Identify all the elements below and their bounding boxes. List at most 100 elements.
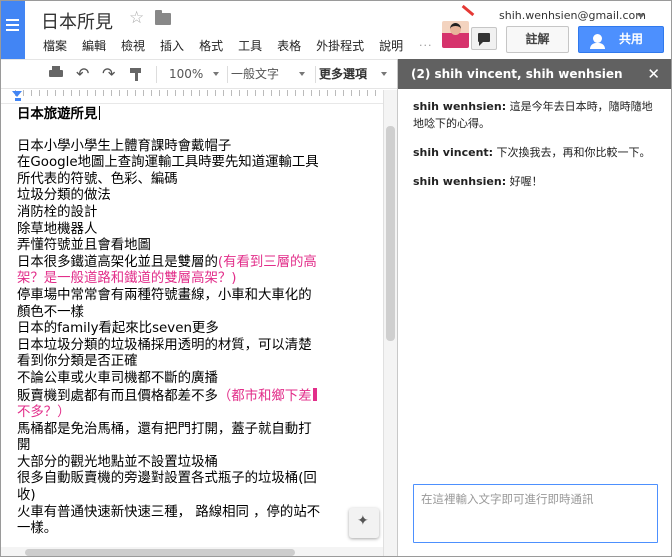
document-heading: 日本旅遊所見 bbox=[17, 106, 383, 124]
vertical-scrollbar[interactable] bbox=[383, 90, 397, 556]
document-line: 開 bbox=[17, 438, 383, 455]
line-text: 不論公車或火車司機都不斷的廣播 bbox=[17, 370, 218, 386]
chat-input[interactable] bbox=[413, 484, 658, 543]
more-collaborators: ··· bbox=[419, 39, 433, 52]
arrow-icon bbox=[461, 4, 475, 17]
chat-message: shih wenhsien: 好喔！ bbox=[413, 173, 663, 190]
print-icon[interactable] bbox=[48, 60, 64, 88]
scrollbar-thumb[interactable] bbox=[386, 126, 395, 341]
menu-item[interactable]: 說明 bbox=[379, 37, 403, 54]
line-text: 垃圾分類的做法 bbox=[17, 188, 111, 204]
line-text: 消防栓的設計 bbox=[17, 204, 98, 220]
menu-item[interactable]: 編輯 bbox=[82, 37, 106, 54]
redo-icon[interactable]: ↷ bbox=[102, 60, 115, 88]
document-line: 很多自動販賣機的旁邊對設置各式瓶子的垃圾桶(回 bbox=[17, 471, 383, 488]
line-text: 販賣機到處都有而且價格都差不多 bbox=[17, 388, 218, 404]
paint-format-icon[interactable] bbox=[129, 60, 143, 88]
document-line: 所代表的符號、色彩、編碼 bbox=[17, 172, 383, 189]
app-header: 日本所見 ☆ 檔案 編輯 檢視 插入 格式 工具 表格 外掛程式 說明 shih.wenhsie… bbox=[1, 1, 671, 59]
line-text: 看到你分類是否正確 bbox=[17, 354, 138, 370]
menu-item[interactable]: 工具 bbox=[238, 37, 262, 54]
line-text: 馬桶都是免治馬桶，還有把門打開，蓋子就自動打 bbox=[17, 421, 312, 437]
undo-icon[interactable]: ↶ bbox=[76, 60, 89, 88]
text-cursor bbox=[99, 106, 101, 120]
caret-down-icon[interactable] bbox=[637, 14, 645, 18]
document-line: 看到你分類是否正確 bbox=[17, 354, 383, 371]
formatting-toolbar: ↶ ↷ 100% 一般文字 更多選項 bbox=[1, 59, 397, 89]
document-line: 馬桶都是免治馬桶，還有把門打開，蓋子就自動打 bbox=[17, 422, 383, 439]
document-line: 日本小學小學生上體育課時會戴帽子 bbox=[17, 139, 383, 156]
menu-item[interactable]: 插入 bbox=[160, 37, 184, 54]
document-line: 收) bbox=[17, 488, 383, 505]
horizontal-scrollbar[interactable] bbox=[1, 547, 383, 556]
menu-item[interactable]: 檢視 bbox=[121, 37, 145, 54]
message-text: 好喔！ bbox=[506, 175, 543, 188]
line-text: 一樣。 bbox=[17, 521, 58, 537]
document-line: 販賣機到處都有而且價格都差不多（都市和鄉下差 bbox=[17, 387, 383, 406]
document-line: 停車場中常常會有兩種符號畫線，小車和大車化的 bbox=[17, 288, 383, 305]
account-email[interactable]: shih.wenhsien@gmail.com bbox=[499, 9, 646, 22]
message-author: shih vincent: bbox=[413, 146, 494, 159]
line-text: 大部分的觀光地點並不設置垃圾桶 bbox=[17, 454, 218, 470]
ruler[interactable] bbox=[1, 90, 383, 104]
document-line: 日本很多鐵道高架化並且是雙層的(有看到三層的高 bbox=[17, 255, 383, 272]
document-title[interactable]: 日本所見 bbox=[41, 8, 113, 34]
menu-item[interactable]: 檔案 bbox=[43, 37, 67, 54]
share-label: 共用 bbox=[619, 32, 644, 46]
docs-logo-icon[interactable] bbox=[1, 1, 25, 59]
share-button[interactable]: 共用 bbox=[578, 26, 664, 53]
line-text: 很多自動販賣機的旁邊對設置各式瓶子的垃圾桶(回 bbox=[17, 471, 317, 487]
star-icon[interactable]: ☆ bbox=[129, 8, 144, 28]
line-text: 日本小學小學生上體育課時會戴帽子 bbox=[17, 138, 232, 154]
annotation-text: (有看到三層的高 bbox=[217, 254, 317, 270]
indent-marker[interactable] bbox=[15, 98, 21, 101]
chat-message: shih vincent: 下次換我去，再和你比較一下。 bbox=[413, 144, 663, 161]
toolbar-divider bbox=[227, 66, 228, 83]
close-icon[interactable]: ✕ bbox=[647, 59, 660, 89]
line-text: 除草地機器人 bbox=[17, 221, 98, 237]
document-line: 火車有普通快速新快速三種， 路線相同 ，停的站不 bbox=[17, 505, 383, 522]
scrollbar-thumb[interactable] bbox=[25, 549, 295, 556]
chat-messages: shih wenhsien: 這是今年去日本時，隨時隨地地唸下的心得。 shih … bbox=[413, 98, 663, 202]
folder-icon[interactable] bbox=[155, 10, 171, 25]
menu-item[interactable]: 外掛程式 bbox=[316, 37, 364, 54]
zoom-value: 100% bbox=[169, 67, 204, 81]
annotation-text: 不多？） bbox=[17, 405, 71, 421]
chat-panel: (2) shih vincent, shih wenhsien ✕ shih w… bbox=[397, 59, 671, 556]
avatar[interactable] bbox=[442, 21, 469, 48]
document-line: 不論公車或火車司機都不斷的廣播 bbox=[17, 371, 383, 388]
menu-item[interactable]: 表格 bbox=[277, 37, 301, 54]
message-author: shih wenhsien: bbox=[413, 175, 507, 188]
chevron-down-icon bbox=[381, 72, 387, 76]
menu-item[interactable]: 格式 bbox=[199, 37, 223, 54]
document-line: 在Google地圖上查詢運輸工具時要先知道運輸工具 bbox=[17, 155, 383, 172]
toolbar-divider bbox=[156, 66, 157, 83]
line-text: 停車場中常常會有兩種符號畫線，小車和大車化的 bbox=[17, 287, 312, 303]
indent-marker[interactable] bbox=[12, 91, 22, 97]
document-line: 架？是一般道路和鐵道的雙層高架？) bbox=[17, 271, 383, 288]
line-text: 開 bbox=[17, 438, 31, 454]
line-text: 收) bbox=[17, 488, 36, 504]
toolbar-divider bbox=[315, 66, 316, 83]
document-line: 弄懂符號並且會看地圖 bbox=[17, 238, 383, 255]
document-line: 一樣。 bbox=[17, 521, 383, 538]
line-text: 在Google地圖上查詢運輸工具時要先知道運輸工具 bbox=[17, 155, 319, 171]
document-line: 大部分的觀光地點並不設置垃圾桶 bbox=[17, 455, 383, 472]
more-options-button[interactable]: 更多選項 bbox=[319, 60, 393, 88]
person-icon bbox=[590, 34, 605, 49]
paragraph-style-select[interactable]: 一般文字 bbox=[231, 60, 311, 88]
document-canvas[interactable]: 日本旅遊所見 日本小學小學生上體育課時會戴帽子 在Google地圖上查詢運輸工具時… bbox=[1, 105, 383, 556]
zoom-select[interactable]: 100% bbox=[169, 60, 225, 88]
more-options-label: 更多選項 bbox=[319, 67, 368, 81]
collaborator-cursor bbox=[312, 387, 317, 401]
docs-window: 日本所見 ☆ 檔案 編輯 檢視 插入 格式 工具 表格 外掛程式 說明 shih.wenhsie… bbox=[0, 0, 672, 557]
chat-icon bbox=[478, 33, 490, 46]
chat-button[interactable] bbox=[471, 27, 497, 50]
chevron-down-icon bbox=[213, 72, 219, 76]
menu-bar: 檔案 編輯 檢視 插入 格式 工具 表格 外掛程式 說明 bbox=[43, 37, 418, 54]
document-body[interactable]: 日本旅遊所見 日本小學小學生上體育課時會戴帽子 在Google地圖上查詢運輸工具時… bbox=[17, 106, 383, 538]
line-text: 火車有普通快速新快速三種， 路線相同 ，停的站不 bbox=[17, 504, 321, 520]
explore-icon[interactable] bbox=[349, 508, 379, 538]
document-lines: 日本小學小學生上體育課時會戴帽子 在Google地圖上查詢運輸工具時要先知道運輸工… bbox=[17, 139, 383, 538]
comments-button[interactable]: 註解 bbox=[506, 26, 569, 53]
